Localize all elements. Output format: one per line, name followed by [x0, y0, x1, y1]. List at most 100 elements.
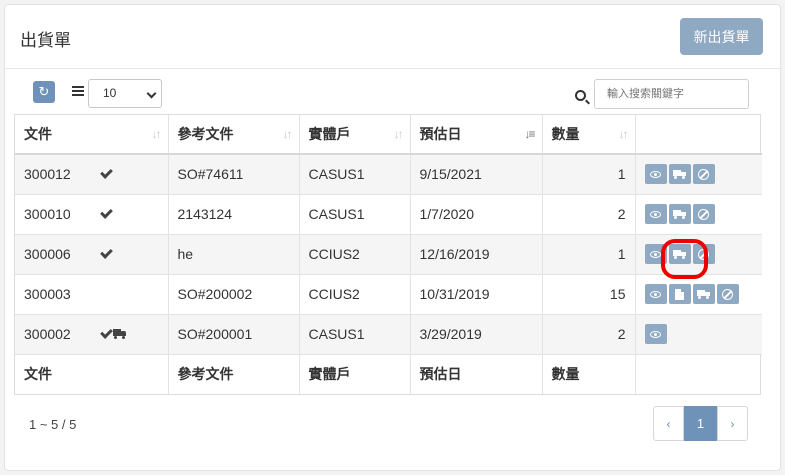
eye-icon — [650, 210, 661, 218]
truck-icon — [673, 249, 686, 259]
column-header-ref[interactable]: 參考文件 ↓↑ — [168, 115, 300, 155]
status-icons — [100, 166, 113, 182]
qty-cell: 2 — [542, 314, 636, 355]
qty-cell: 2 — [542, 194, 636, 235]
column-header-doc[interactable]: 文件 ↓↑ — [15, 115, 169, 155]
panel-header: 出貨單 新出貨單 — [5, 5, 780, 69]
shipment-table: 文件 ↓↑ 參考文件 ↓↑ 實體戶 ↓↑ 預估日 ↓≡ 數量 ↓↑ 300012 SO#7… — [14, 114, 762, 395]
doc-cell: 300002 — [15, 314, 169, 355]
table-row: 300012 SO#74611 CASUS1 9/15/2021 1 — [15, 154, 762, 195]
footer-label-ref: 參考文件 — [168, 354, 300, 394]
footer-label-actions — [635, 354, 762, 394]
ref-cell: 2143124 — [168, 194, 300, 235]
actions-cell — [635, 274, 762, 315]
eye-icon — [650, 170, 661, 178]
ref-cell: SO#74611 — [168, 154, 300, 195]
cancel-button[interactable] — [692, 164, 715, 185]
column-header-actions — [635, 115, 762, 155]
qty-cell: 15 — [542, 274, 636, 315]
ship-button[interactable] — [692, 284, 715, 304]
column-label: 實體戶 — [308, 126, 351, 142]
entity-cell: CASUS1 — [299, 154, 411, 195]
cancel-button[interactable] — [692, 204, 715, 224]
search-input[interactable] — [594, 79, 749, 109]
truck-icon — [673, 169, 686, 180]
date-cell: 1/7/2020 — [410, 194, 543, 235]
check-icon — [100, 325, 113, 339]
cancel-button[interactable] — [716, 284, 739, 304]
actions-cell — [635, 314, 762, 355]
view-button[interactable] — [644, 164, 667, 185]
column-header-qty[interactable]: 數量 ↓↑ — [542, 115, 636, 155]
column-label: 數量 — [551, 126, 580, 142]
footer-label-qty: 數量 — [542, 354, 636, 394]
sort-icon: ↓↑ — [282, 127, 293, 141]
sort-icon: ↓↑ — [393, 127, 404, 141]
ban-icon — [698, 248, 709, 260]
cancel-button[interactable] — [692, 244, 715, 264]
ref-cell: SO#200001 — [168, 314, 300, 355]
table-row: 300003 SO#200002 CCIUS2 10/31/2019 15 — [15, 274, 762, 315]
actions-cell — [635, 154, 762, 195]
status-icons — [100, 325, 126, 342]
view-button[interactable] — [644, 324, 667, 344]
ship-button[interactable] — [668, 164, 691, 185]
ban-icon — [698, 168, 709, 180]
sort-desc-icon: ↓≡ — [524, 127, 535, 141]
date-cell: 9/15/2021 — [410, 154, 543, 195]
doc-number: 300010 — [24, 206, 71, 222]
truck-icon — [673, 209, 686, 219]
actions-cell — [635, 234, 762, 275]
eye-icon — [650, 250, 661, 258]
entity-cell: CCIUS2 — [299, 234, 411, 275]
doc-number: 300003 — [24, 286, 71, 302]
truck-icon — [113, 328, 126, 339]
actions-cell — [635, 194, 762, 235]
column-header-date[interactable]: 預估日 ↓≡ — [410, 115, 543, 155]
ban-icon — [698, 208, 709, 220]
view-button[interactable] — [644, 284, 667, 304]
ship-button[interactable] — [668, 244, 691, 264]
ref-cell: he — [168, 234, 300, 275]
doc-cell: 300006 — [15, 234, 169, 275]
prev-page-button[interactable]: ‹ — [653, 406, 684, 441]
doc-cell: 300012 — [15, 154, 169, 195]
table-toolbar: ↻ 10 — [4, 64, 785, 114]
column-label: 文件 — [24, 126, 52, 142]
column-header-entity[interactable]: 實體戶 ↓↑ — [299, 115, 411, 155]
view-button[interactable] — [644, 204, 667, 224]
page-size-value: 10 — [103, 86, 117, 100]
sort-icon: ↓↑ — [618, 127, 629, 141]
chevron-down-icon — [146, 88, 157, 99]
page-size-select[interactable]: 10 — [88, 79, 162, 108]
check-icon — [100, 205, 113, 219]
document-button[interactable] — [668, 284, 691, 304]
document-icon — [675, 288, 684, 300]
eye-icon — [650, 290, 661, 298]
doc-cell: 300003 — [15, 274, 169, 315]
table-row: 300006 he CCIUS2 12/16/2019 1 — [15, 234, 762, 275]
status-icons — [100, 205, 113, 222]
refresh-icon: ↻ — [38, 84, 50, 99]
columns-menu-icon[interactable] — [72, 86, 84, 96]
ship-button[interactable] — [668, 204, 691, 224]
refresh-button[interactable]: ↻ — [33, 81, 55, 103]
table-row: 300010 2143124 CASUS1 1/7/2020 2 — [15, 194, 762, 235]
doc-number: 300006 — [24, 246, 71, 262]
footer-label-entity: 實體戶 — [299, 354, 411, 394]
footer-label-doc: 文件 — [15, 354, 169, 394]
entity-cell: CASUS1 — [299, 314, 411, 355]
column-label: 預估日 — [419, 126, 462, 142]
check-icon — [100, 245, 113, 259]
ban-icon — [722, 288, 733, 300]
truck-icon — [697, 289, 710, 299]
next-page-button[interactable]: › — [717, 406, 748, 441]
doc-cell: 300010 — [15, 194, 169, 235]
column-label: 參考文件 — [177, 126, 234, 142]
sort-icon: ↓↑ — [151, 127, 162, 141]
page-1-button[interactable]: 1 — [684, 406, 717, 441]
check-icon — [100, 166, 113, 179]
new-shipment-button[interactable]: 新出貨單 — [680, 18, 763, 55]
view-button[interactable] — [644, 244, 667, 264]
pagination: ‹ 1 › — [653, 406, 748, 441]
